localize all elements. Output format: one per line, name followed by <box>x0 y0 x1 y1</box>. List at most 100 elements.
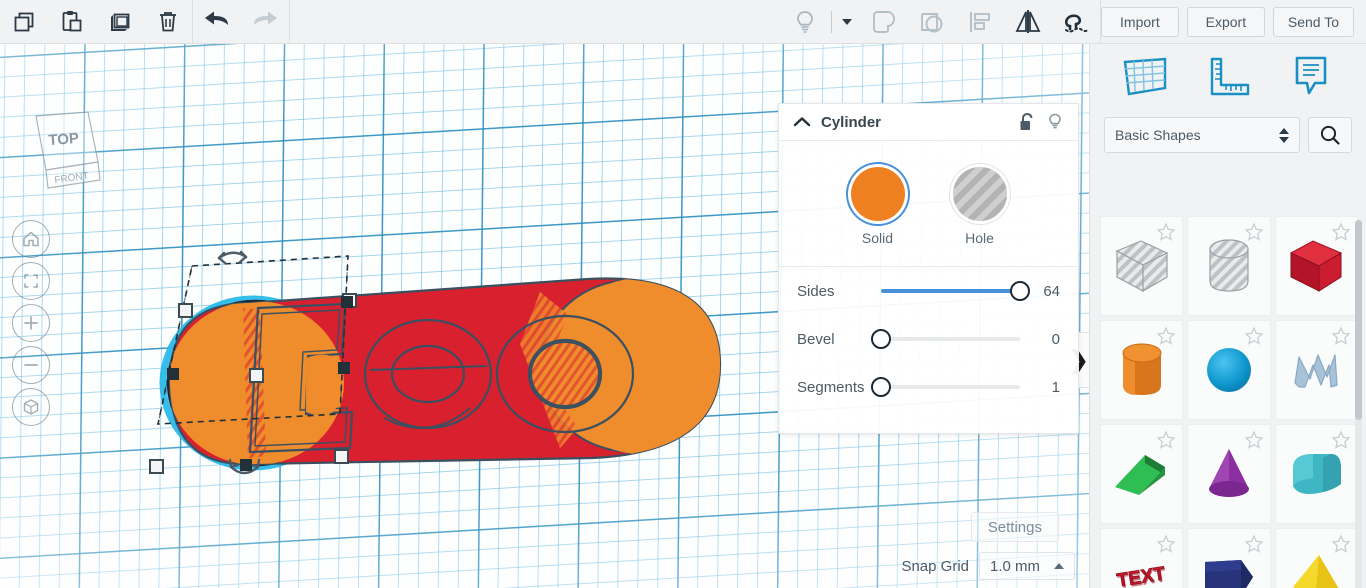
resize-handle-top-left[interactable] <box>178 303 193 318</box>
shape-cylinder[interactable] <box>1100 320 1184 420</box>
snap-button[interactable] <box>1052 0 1100 44</box>
group-button[interactable] <box>860 0 908 44</box>
segments-slider[interactable] <box>871 377 1020 397</box>
sphere-thumb <box>1206 348 1251 392</box>
solid-mode-option[interactable]: Solid <box>850 167 905 246</box>
workplane-canvas[interactable]: TOP FRONT Settings Snap Grid 1.0 mm Cyli… <box>0 44 1089 588</box>
favorite-star-icon[interactable] <box>1331 326 1351 346</box>
shape-tube[interactable] <box>1274 424 1358 524</box>
fit-view-button[interactable] <box>12 262 50 300</box>
shape-search-button[interactable] <box>1308 117 1352 153</box>
bevel-track <box>881 337 1020 341</box>
light-button[interactable] <box>781 0 829 44</box>
shape-box[interactable] <box>1274 216 1358 316</box>
favorite-star-icon[interactable] <box>1156 222 1176 242</box>
edge-handle-left[interactable] <box>167 368 179 380</box>
segments-knob[interactable] <box>871 377 891 397</box>
favorite-star-icon[interactable] <box>1244 430 1264 450</box>
resize-handle-bottom-left[interactable] <box>149 459 164 474</box>
shape-cone[interactable] <box>1187 424 1271 524</box>
note-button[interactable] <box>1283 51 1339 103</box>
align-button[interactable] <box>956 0 1004 44</box>
favorite-star-icon[interactable] <box>1156 326 1176 346</box>
shape-inspector-panel: Cylinder Solid Hole Sides 64 Bevel 0 Seg… <box>778 103 1079 434</box>
favorite-star-icon[interactable] <box>1331 430 1351 450</box>
cone-thumb <box>1208 449 1249 497</box>
action-buttons-group: Import Export Send To <box>1100 6 1366 37</box>
bevel-slider[interactable] <box>871 329 1020 349</box>
workplane-button[interactable] <box>1117 51 1173 103</box>
solid-swatch[interactable] <box>850 167 905 221</box>
hole-mode-option[interactable]: Hole <box>952 167 1007 246</box>
export-button[interactable]: Export <box>1186 6 1265 37</box>
edge-handle-bottom[interactable] <box>240 459 252 471</box>
shape-box-hole[interactable] <box>1100 216 1184 316</box>
copy-button[interactable] <box>0 0 48 44</box>
search-icon <box>1320 125 1340 145</box>
settings-button[interactable]: Settings <box>970 512 1059 542</box>
import-button[interactable]: Import <box>1100 6 1179 37</box>
shapes-scrollbar-track[interactable] <box>1355 220 1362 588</box>
shape-pyramid[interactable] <box>1274 528 1358 588</box>
duplicate-button[interactable] <box>96 0 144 44</box>
height-handle[interactable] <box>249 368 264 383</box>
ruler-icon <box>1210 57 1250 96</box>
sides-slider[interactable] <box>881 281 1030 301</box>
segments-label: Segments <box>797 378 865 396</box>
edge-handle-right[interactable] <box>338 362 350 374</box>
box-hole-thumb <box>1115 240 1169 293</box>
favorite-star-icon[interactable] <box>1244 326 1264 346</box>
inspector-header: Cylinder <box>779 104 1078 141</box>
inspector-body: Solid Hole Sides 64 Bevel 0 Segments 1 <box>779 141 1078 411</box>
undo-button[interactable] <box>193 0 241 44</box>
favorite-star-icon[interactable] <box>1331 222 1351 242</box>
ungroup-button[interactable] <box>908 0 956 44</box>
home-view-button[interactable] <box>12 220 50 258</box>
history-tools-group <box>193 0 289 44</box>
view-cube[interactable]: TOP FRONT <box>26 108 106 196</box>
perspective-toggle-button[interactable] <box>12 388 50 426</box>
shapes-scrollbar-thumb[interactable] <box>1355 220 1362 420</box>
mirror-button[interactable] <box>1004 0 1052 44</box>
segments-track <box>881 385 1020 389</box>
shape-mode-row: Solid Hole <box>779 159 1078 246</box>
hole-swatch[interactable] <box>952 167 1007 221</box>
shape-polygon[interactable] <box>1187 528 1271 588</box>
edge-handle-top[interactable] <box>341 296 353 308</box>
zoom-in-button[interactable] <box>12 304 50 342</box>
snap-grid-select[interactable]: 1.0 mm <box>979 552 1075 580</box>
bevel-knob[interactable] <box>871 329 891 349</box>
resize-handle-bottom-right[interactable] <box>334 449 349 464</box>
chevron-down-icon <box>1279 136 1289 143</box>
light-dropdown-button[interactable] <box>834 0 860 44</box>
favorite-star-icon[interactable] <box>1331 534 1351 554</box>
bevel-value: 0 <box>1051 330 1060 348</box>
shape-scribble[interactable] <box>1274 320 1358 420</box>
zoom-out-button[interactable] <box>12 346 50 384</box>
ruler-button[interactable] <box>1200 51 1256 103</box>
bevel-label: Bevel <box>797 330 835 348</box>
inspector-lock-button[interactable] <box>1018 112 1036 132</box>
redo-button[interactable] <box>241 0 289 44</box>
inspector-collapse-button[interactable] <box>793 115 811 129</box>
delete-button[interactable] <box>144 0 192 44</box>
sides-knob[interactable] <box>1010 281 1030 301</box>
paste-icon <box>62 10 82 31</box>
shape-sphere[interactable] <box>1187 320 1271 420</box>
workplane-icon <box>1123 57 1167 96</box>
favorite-star-icon[interactable] <box>1244 534 1264 554</box>
chevron-up-icon <box>1054 563 1064 569</box>
shape-cylinder-hole[interactable] <box>1187 216 1271 316</box>
send-to-button[interactable]: Send To <box>1272 6 1354 37</box>
paste-button[interactable] <box>48 0 96 44</box>
chevron-up-icon <box>1279 127 1289 134</box>
shape-category-select[interactable]: Basic Shapes <box>1104 117 1300 153</box>
shape-text[interactable]: TEXT TEXT <box>1100 528 1184 588</box>
box-thumb <box>1290 240 1343 292</box>
shape-roof[interactable] <box>1100 424 1184 524</box>
favorite-star-icon[interactable] <box>1244 222 1264 242</box>
favorite-star-icon[interactable] <box>1156 430 1176 450</box>
inspector-light-button[interactable] <box>1046 112 1064 132</box>
favorite-star-icon[interactable] <box>1156 534 1176 554</box>
home-icon <box>23 231 39 247</box>
